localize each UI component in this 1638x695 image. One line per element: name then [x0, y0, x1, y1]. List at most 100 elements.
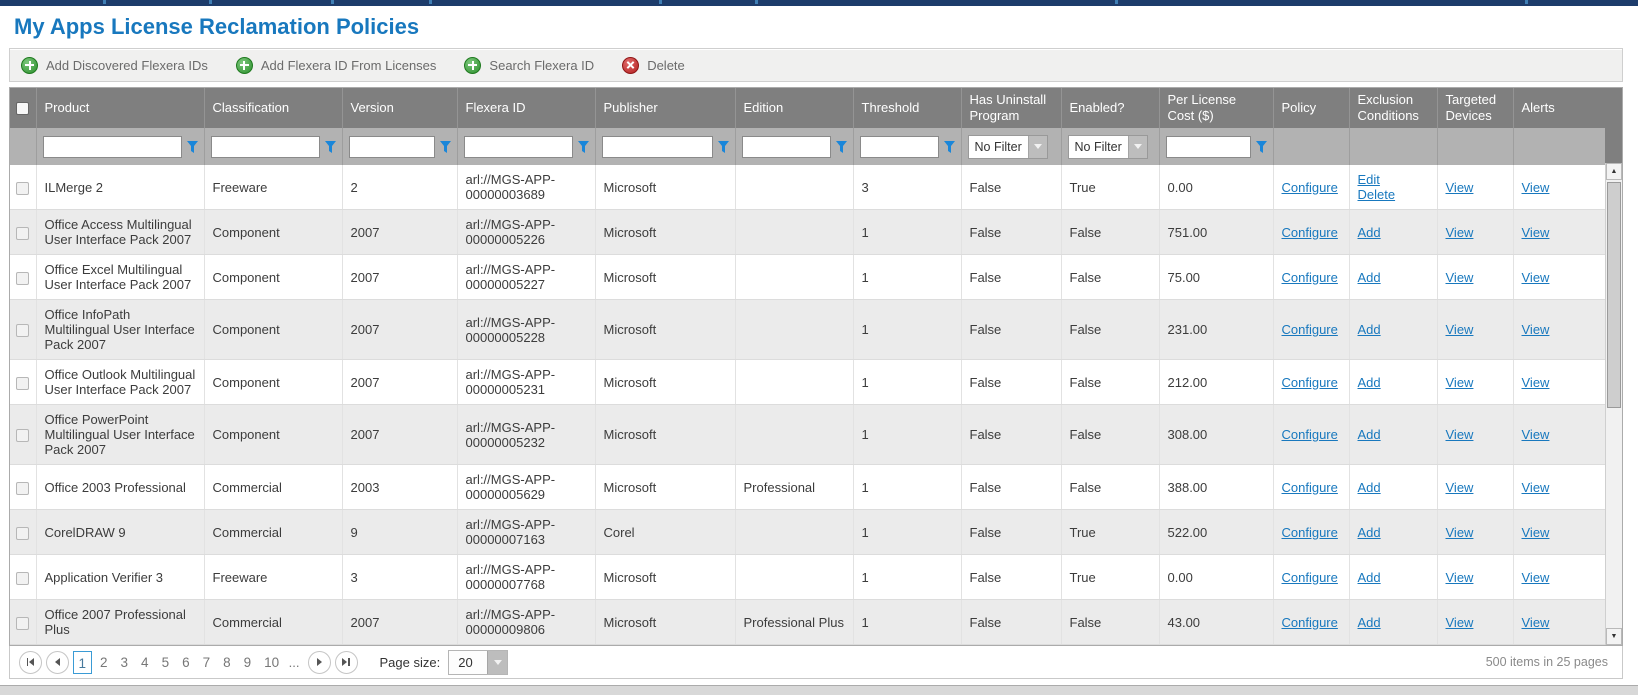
row-checkbox[interactable]	[16, 572, 29, 585]
configure-link[interactable]: Configure	[1282, 270, 1338, 285]
column-header-version[interactable]: Version	[342, 88, 457, 128]
filter-select-dropdown-button[interactable]	[1028, 136, 1047, 158]
view-alerts-link[interactable]: View	[1522, 570, 1550, 585]
add-link[interactable]: Add	[1358, 322, 1429, 337]
filter-funnel-icon[interactable]	[944, 141, 955, 153]
column-header-threshold[interactable]: Threshold	[853, 88, 961, 128]
page-number-5[interactable]: 5	[157, 651, 175, 674]
page-number-8[interactable]: 8	[218, 651, 236, 674]
configure-link[interactable]: Configure	[1282, 180, 1338, 195]
view-targeted-devices-link[interactable]: View	[1446, 615, 1474, 630]
filter-input-per-license-cost[interactable]	[1166, 136, 1251, 158]
configure-link[interactable]: Configure	[1282, 570, 1338, 585]
scroll-up-button[interactable]: ▲	[1606, 163, 1622, 180]
filter-input-product[interactable]	[43, 136, 182, 158]
add-link[interactable]: Add	[1358, 375, 1429, 390]
filter-select-enabled[interactable]: No Filter	[1068, 135, 1148, 159]
previous-page-button[interactable]	[46, 651, 69, 674]
filter-funnel-icon[interactable]	[440, 141, 451, 153]
filter-input-threshold[interactable]	[860, 136, 939, 158]
add-link[interactable]: Add	[1358, 525, 1429, 540]
view-alerts-link[interactable]: View	[1522, 480, 1550, 495]
page-number-10[interactable]: 10	[259, 651, 284, 674]
column-header-exclusion-conditions[interactable]: Exclusion Conditions	[1349, 88, 1437, 128]
column-header-per-license-cost[interactable]: Per License Cost ($)	[1159, 88, 1273, 128]
view-alerts-link[interactable]: View	[1522, 427, 1550, 442]
add-link[interactable]: Add	[1358, 270, 1429, 285]
filter-funnel-icon[interactable]	[1256, 141, 1267, 153]
view-targeted-devices-link[interactable]: View	[1446, 570, 1474, 585]
column-header-targeted-devices[interactable]: Targeted Devices	[1437, 88, 1513, 128]
view-targeted-devices-link[interactable]: View	[1446, 270, 1474, 285]
filter-funnel-icon[interactable]	[718, 141, 729, 153]
last-page-button[interactable]	[335, 651, 358, 674]
row-checkbox[interactable]	[16, 617, 29, 630]
view-targeted-devices-link[interactable]: View	[1446, 375, 1474, 390]
filter-funnel-icon[interactable]	[578, 141, 589, 153]
view-targeted-devices-link[interactable]: View	[1446, 180, 1474, 195]
page-number-2[interactable]: 2	[95, 651, 113, 674]
add-link[interactable]: Add	[1358, 570, 1429, 585]
row-checkbox[interactable]	[16, 482, 29, 495]
row-checkbox[interactable]	[16, 227, 29, 240]
scroll-down-button[interactable]: ▼	[1606, 628, 1622, 645]
add-link[interactable]: Add	[1358, 225, 1429, 240]
view-alerts-link[interactable]: View	[1522, 225, 1550, 240]
configure-link[interactable]: Configure	[1282, 375, 1338, 390]
page-number-1[interactable]: 1	[73, 651, 93, 674]
view-alerts-link[interactable]: View	[1522, 180, 1550, 195]
view-targeted-devices-link[interactable]: View	[1446, 225, 1474, 240]
add-flexera-id-from-licenses-button[interactable]: Add Flexera ID From Licenses	[236, 57, 437, 74]
horizontal-scrollbar[interactable]	[0, 685, 1638, 695]
scrollbar-track[interactable]: ▲ ▼	[1605, 163, 1622, 645]
column-header-alerts[interactable]: Alerts	[1513, 88, 1605, 128]
select-all-checkbox[interactable]	[16, 102, 29, 115]
row-checkbox[interactable]	[16, 182, 29, 195]
filter-input-version[interactable]	[349, 136, 435, 158]
filter-input-classification[interactable]	[211, 136, 320, 158]
scrollbar-thumb[interactable]	[1607, 182, 1621, 408]
view-targeted-devices-link[interactable]: View	[1446, 427, 1474, 442]
row-checkbox[interactable]	[16, 377, 29, 390]
filter-select-has-uninstall-program[interactable]: No Filter	[968, 135, 1048, 159]
filter-funnel-icon[interactable]	[836, 141, 847, 153]
view-targeted-devices-link[interactable]: View	[1446, 525, 1474, 540]
add-link[interactable]: Add	[1358, 480, 1429, 495]
page-number-7[interactable]: 7	[198, 651, 216, 674]
view-alerts-link[interactable]: View	[1522, 375, 1550, 390]
column-header-has-uninstall-program[interactable]: Has Uninstall Program	[961, 88, 1061, 128]
filter-funnel-icon[interactable]	[187, 141, 198, 153]
configure-link[interactable]: Configure	[1282, 322, 1338, 337]
delete-link[interactable]: Delete	[1358, 187, 1429, 202]
row-checkbox[interactable]	[16, 527, 29, 540]
page-number-3[interactable]: 3	[116, 651, 134, 674]
filter-select-dropdown-button[interactable]	[1128, 136, 1147, 158]
filter-input-edition[interactable]	[742, 136, 831, 158]
column-header-classification[interactable]: Classification	[204, 88, 342, 128]
column-header-publisher[interactable]: Publisher	[595, 88, 735, 128]
configure-link[interactable]: Configure	[1282, 225, 1338, 240]
add-link[interactable]: Add	[1358, 615, 1429, 630]
view-alerts-link[interactable]: View	[1522, 615, 1550, 630]
column-header-policy[interactable]: Policy	[1273, 88, 1349, 128]
view-alerts-link[interactable]: View	[1522, 270, 1550, 285]
filter-funnel-icon[interactable]	[325, 141, 336, 153]
view-targeted-devices-link[interactable]: View	[1446, 322, 1474, 337]
next-page-button[interactable]	[308, 651, 331, 674]
column-header-product[interactable]: Product	[36, 88, 204, 128]
delete-button[interactable]: Delete	[622, 57, 685, 74]
first-page-button[interactable]	[19, 651, 42, 674]
view-alerts-link[interactable]: View	[1522, 525, 1550, 540]
configure-link[interactable]: Configure	[1282, 480, 1338, 495]
row-checkbox[interactable]	[16, 429, 29, 442]
filter-input-publisher[interactable]	[602, 136, 713, 158]
page-number-6[interactable]: 6	[177, 651, 195, 674]
add-discovered-flexera-ids-button[interactable]: Add Discovered Flexera IDs	[21, 57, 208, 74]
column-header-flexera-id[interactable]: Flexera ID	[457, 88, 595, 128]
column-header-edition[interactable]: Edition	[735, 88, 853, 128]
configure-link[interactable]: Configure	[1282, 427, 1338, 442]
column-header-enabled[interactable]: Enabled?	[1061, 88, 1159, 128]
row-checkbox[interactable]	[16, 324, 29, 337]
search-flexera-id-button[interactable]: Search Flexera ID	[464, 57, 594, 74]
edit-link[interactable]: Edit	[1358, 172, 1429, 187]
